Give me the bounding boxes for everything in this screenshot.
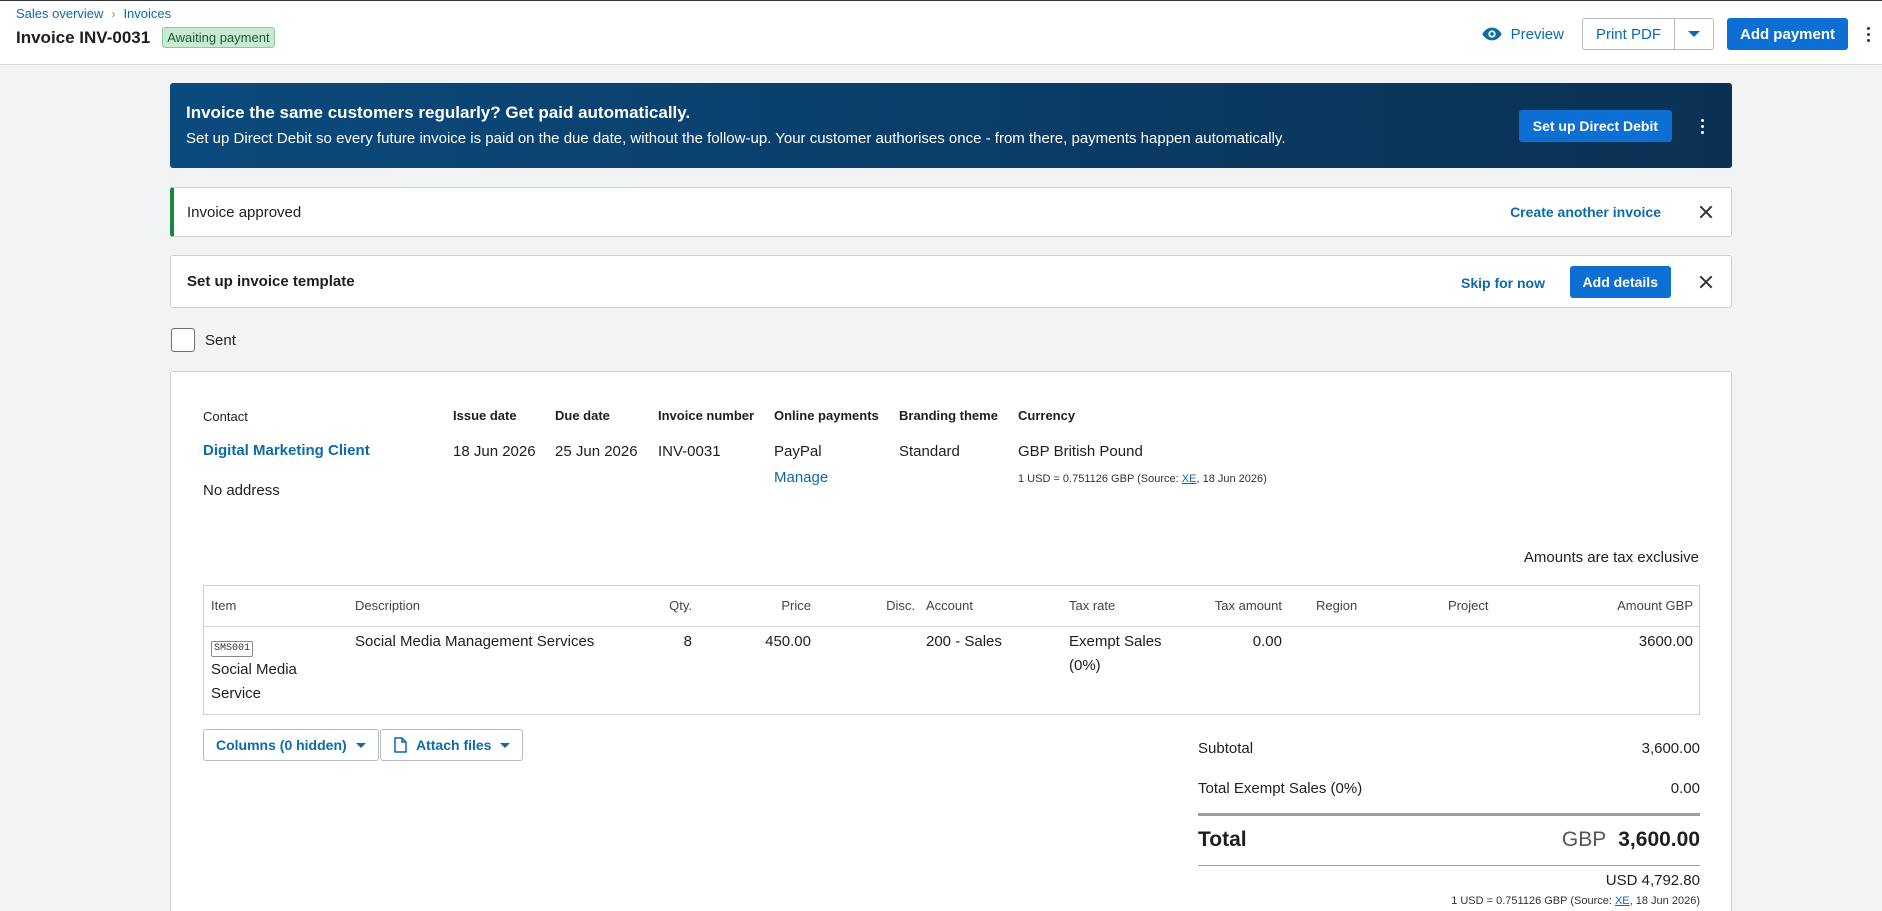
- branding-theme-value: Standard: [899, 443, 960, 460]
- document-icon: [394, 737, 407, 753]
- column-header-region: Region: [1316, 598, 1358, 613]
- preview-button[interactable]: Preview: [1481, 23, 1564, 45]
- total-label: Total: [1198, 828, 1247, 851]
- due-date-label: Due date: [555, 408, 610, 423]
- cell-qty[interactable]: 8: [604, 630, 692, 654]
- invoice-number-label: Invoice number: [658, 408, 755, 423]
- exempt-row: Total Exempt Sales (0%) 0.00: [1198, 780, 1700, 797]
- tax-mode-note: Amounts are tax exclusive: [1523, 549, 1699, 566]
- sent-checkbox[interactable]: [171, 328, 195, 352]
- columns-button[interactable]: Columns (0 hidden): [203, 729, 379, 761]
- currency-value: GBP British Pound: [1018, 443, 1143, 460]
- attach-files-label: Attach files: [416, 737, 492, 753]
- approved-message: Invoice approved: [187, 204, 302, 221]
- totals-exchange-rate: 1 USD = 0.751126 GBP (Source: XE, 18 Jun…: [1451, 895, 1700, 907]
- print-pdf-group: Print PDF: [1581, 18, 1714, 50]
- template-message: Set up invoice template: [187, 273, 355, 290]
- subtotal-label: Subtotal: [1198, 740, 1254, 757]
- caret-down-icon: [1687, 31, 1700, 37]
- column-header-tax-amount: Tax amount: [1214, 598, 1282, 613]
- print-pdf-button[interactable]: Print PDF: [1583, 19, 1675, 49]
- invoice-card: Contact Digital Marketing Client No addr…: [170, 371, 1732, 911]
- usd-total: USD 4,792.80: [1605, 872, 1700, 889]
- cell-tax-rate[interactable]: Exempt Sales (0%): [1069, 630, 1179, 678]
- subtotal-value: 3,600.00: [1641, 740, 1700, 757]
- eye-icon: [1481, 27, 1502, 41]
- column-header-account: Account: [926, 598, 973, 613]
- banner-title: Invoice the same customers regularly? Ge…: [186, 103, 691, 122]
- issue-date-label: Issue date: [453, 408, 517, 423]
- create-another-invoice-link[interactable]: Create another invoice: [1510, 204, 1661, 220]
- breadcrumb: Sales overview › Invoices: [16, 6, 171, 21]
- column-header-description: Description: [355, 598, 421, 613]
- close-icon[interactable]: [1697, 273, 1715, 291]
- cell-account[interactable]: 200 - Sales: [926, 630, 1002, 654]
- skip-for-now-link[interactable]: Skip for now: [1461, 275, 1545, 291]
- exchange-rate-note: 1 USD = 0.751126 GBP (Source: XE, 18 Jun…: [1018, 473, 1267, 485]
- due-date: 25 Jun 2026: [555, 443, 638, 460]
- branding-theme-label: Branding theme: [899, 408, 998, 423]
- banner-kebab-icon[interactable]: [1698, 111, 1706, 141]
- cell-price[interactable]: 450.00: [724, 630, 811, 654]
- currency-label: Currency: [1018, 408, 1076, 423]
- table-header-divider: [204, 626, 1699, 627]
- sent-label: Sent: [205, 331, 236, 349]
- subtotal-row: Subtotal 3,600.00: [1198, 740, 1700, 757]
- cell-tax-amount[interactable]: 0.00: [1184, 630, 1282, 654]
- columns-label: Columns (0 hidden): [216, 737, 347, 753]
- direct-debit-banner: Invoice the same customers regularly? Ge…: [170, 83, 1732, 168]
- total-currency: GBP: [1561, 828, 1607, 851]
- breadcrumb-invoices[interactable]: Invoices: [123, 6, 171, 21]
- banner-text: Set up Direct Debit so every future invo…: [186, 130, 1286, 147]
- online-payments-value: PayPal: [774, 443, 822, 460]
- manage-payments-link[interactable]: Manage: [774, 469, 828, 486]
- cell-amount: 3600.00: [1638, 633, 1693, 650]
- status-badge: Awaiting payment: [162, 27, 275, 48]
- total-value: 3,600.00: [1618, 828, 1700, 851]
- chevron-right-icon: ›: [111, 6, 116, 21]
- close-icon[interactable]: [1697, 203, 1715, 221]
- invoice-number: INV-0031: [658, 443, 721, 460]
- add-details-button[interactable]: Add details: [1569, 266, 1671, 298]
- totals-bottom-divider: [1198, 865, 1700, 866]
- breadcrumb-sales-overview[interactable]: Sales overview: [16, 6, 103, 21]
- exempt-value: 0.00: [1670, 780, 1700, 797]
- online-payments-label: Online payments: [774, 408, 879, 423]
- caret-down-icon: [500, 742, 511, 748]
- total-row: Total GBP 3,600.00: [1198, 828, 1700, 852]
- setup-direct-debit-button[interactable]: Set up Direct Debit: [1518, 110, 1672, 142]
- column-header-tax-rate: Tax rate: [1069, 598, 1116, 613]
- column-header-disc: Disc.: [886, 598, 915, 613]
- exempt-label: Total Exempt Sales (0%): [1198, 780, 1363, 797]
- caret-down-icon: [355, 742, 366, 748]
- item-name: Social Media Service: [211, 661, 297, 702]
- cell-description[interactable]: Social Media Management Services: [355, 630, 594, 654]
- xe-source-link[interactable]: XE: [1615, 895, 1630, 907]
- contact-name-link[interactable]: Digital Marketing Client: [203, 442, 370, 459]
- invoice-approved-alert: Invoice approved Create another invoice: [170, 187, 1732, 237]
- add-payment-button[interactable]: Add payment: [1726, 18, 1848, 50]
- line-items-table: Item Description Qty. Price Disc. Accoun…: [203, 585, 1700, 715]
- more-options-kebab-icon[interactable]: [1854, 18, 1882, 50]
- sent-checkbox-row: Sent: [171, 328, 236, 352]
- contact-address: No address: [203, 482, 280, 499]
- column-header-project: Project: [1448, 598, 1489, 613]
- contact-label: Contact: [203, 409, 248, 424]
- page-title: Invoice INV-0031: [16, 27, 151, 47]
- column-header-price: Price: [781, 598, 811, 613]
- cell-item[interactable]: SMS001 Social Media Service: [211, 634, 311, 706]
- preview-label: Preview: [1510, 25, 1564, 43]
- column-header-qty: Qty.: [669, 598, 692, 613]
- attach-files-button[interactable]: Attach files: [380, 729, 524, 761]
- print-options-button[interactable]: [1675, 19, 1713, 49]
- column-header-amount: Amount GBP: [1617, 598, 1693, 613]
- xe-source-link[interactable]: XE: [1182, 473, 1197, 485]
- issue-date: 18 Jun 2026: [453, 443, 536, 460]
- item-code-tag: SMS001: [211, 641, 254, 657]
- column-header-item: Item: [211, 598, 237, 613]
- totals-divider: [1198, 813, 1700, 816]
- page-header: Sales overview › Invoices Invoice INV-00…: [0, 0, 1882, 65]
- invoice-template-alert: Set up invoice template Skip for now Add…: [170, 255, 1732, 308]
